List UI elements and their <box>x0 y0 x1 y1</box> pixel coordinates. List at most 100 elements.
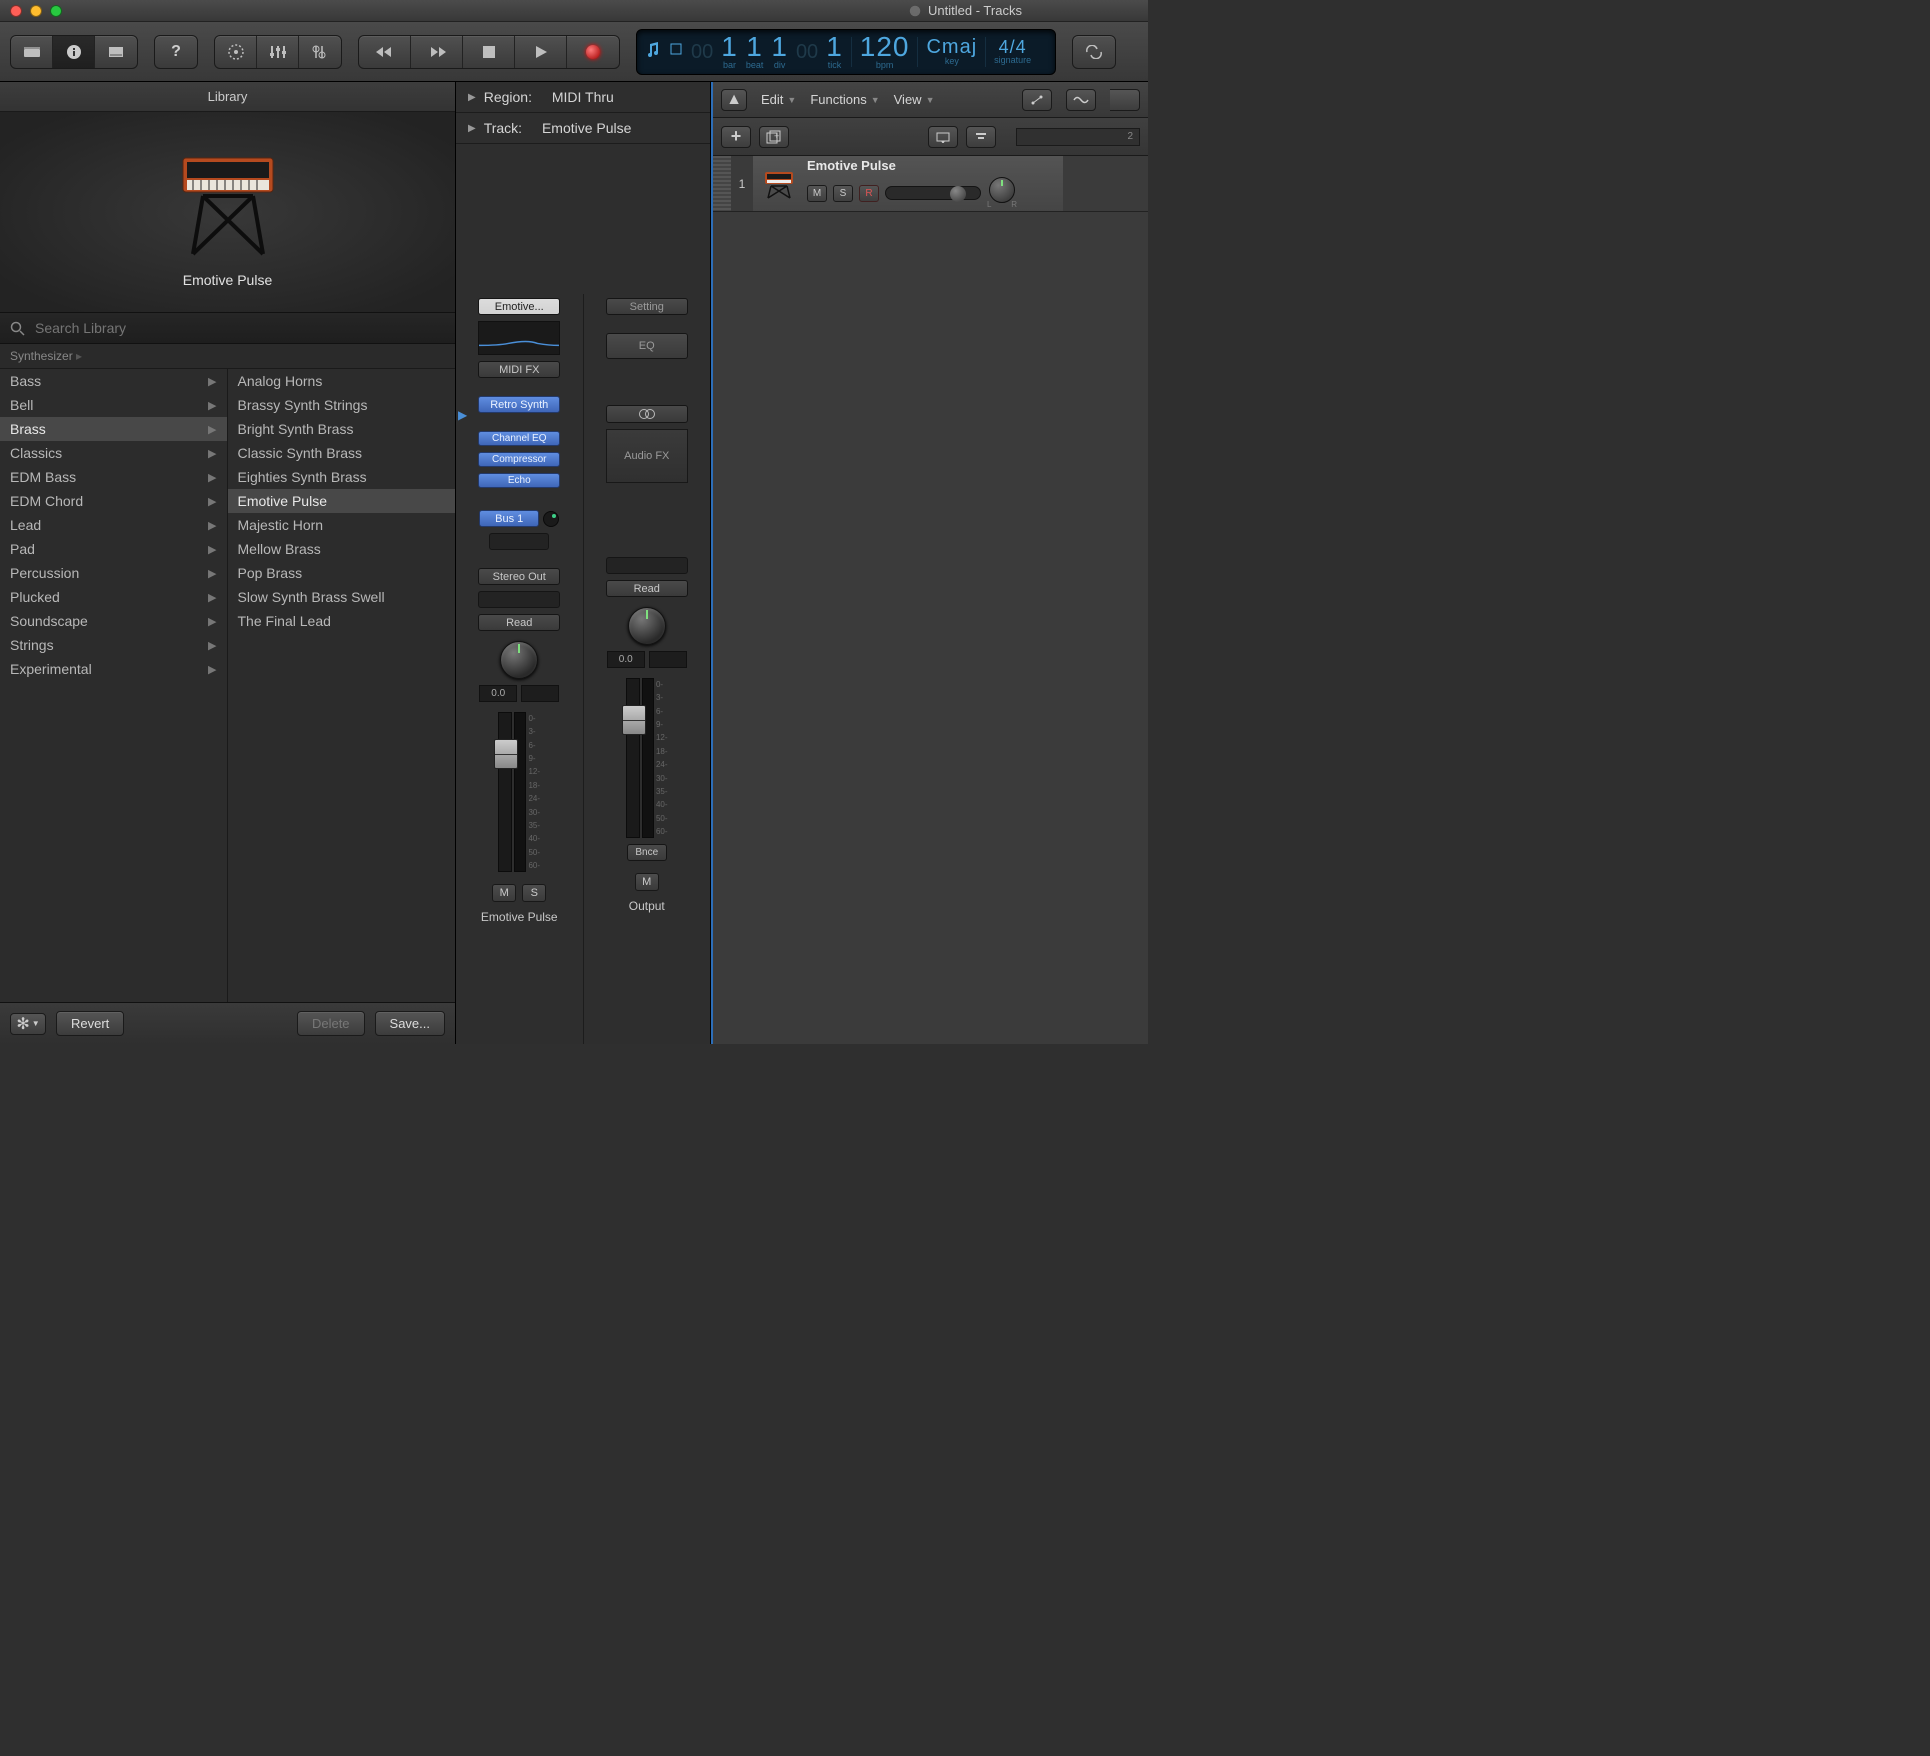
rewind-button[interactable] <box>359 36 411 68</box>
inspector-toggle[interactable] <box>53 36 95 68</box>
eq-slot[interactable]: EQ <box>606 333 688 359</box>
forward-button[interactable] <box>411 36 463 68</box>
library-patch[interactable]: Analog Horns <box>228 369 456 393</box>
track-disclosure[interactable]: ▶Track: Emotive Pulse <box>456 113 710 144</box>
automation-mode[interactable]: Read <box>478 614 560 631</box>
audio-fx-slot[interactable]: Channel EQ <box>478 431 560 446</box>
loop-button[interactable] <box>1073 36 1115 68</box>
library-category[interactable]: Strings▶ <box>0 633 227 657</box>
library-category[interactable]: EDM Bass▶ <box>0 465 227 489</box>
eq-thumbnail[interactable] <box>478 321 560 355</box>
library-category[interactable]: Plucked▶ <box>0 585 227 609</box>
up-button[interactable]: ▲ <box>721 89 747 111</box>
library-patch[interactable]: Brassy Synth Strings <box>228 393 456 417</box>
track-pan-knob[interactable] <box>989 177 1015 203</box>
pan-knob[interactable] <box>500 641 538 679</box>
library-patch[interactable]: Slow Synth Brass Swell <box>228 585 456 609</box>
library-category[interactable]: Soundscape▶ <box>0 609 227 633</box>
track-mute[interactable]: M <box>807 185 827 202</box>
track-region-lane[interactable] <box>1063 156 1148 211</box>
library-category[interactable]: EDM Chord▶ <box>0 489 227 513</box>
track-number: 1 <box>731 156 753 211</box>
audio-fx-slot[interactable]: Compressor <box>478 452 560 467</box>
stop-button[interactable] <box>463 36 515 68</box>
library-patch[interactable]: Eighties Synth Brass <box>228 465 456 489</box>
functions-menu[interactable]: Functions▼ <box>810 92 879 107</box>
library-patch[interactable]: Classic Synth Brass <box>228 441 456 465</box>
quick-help-toggle[interactable] <box>95 36 137 68</box>
send-knob[interactable] <box>543 511 559 527</box>
library-category[interactable]: Bell▶ <box>0 393 227 417</box>
automation-mode[interactable]: Read <box>606 580 688 597</box>
library-action-menu[interactable]: ✻▼ <box>10 1013 46 1035</box>
library-category[interactable]: Percussion▶ <box>0 561 227 585</box>
audio-fx-slot[interactable]: Audio FX <box>606 429 688 483</box>
bounce-button[interactable]: Bnce <box>627 844 667 861</box>
revert-button[interactable]: Revert <box>56 1011 124 1036</box>
library-category[interactable]: Lead▶ <box>0 513 227 537</box>
edit-menu[interactable]: Edit▼ <box>761 92 796 107</box>
volume-fader[interactable] <box>626 678 640 838</box>
track-name[interactable]: Emotive Pulse <box>807 158 1055 173</box>
timeline-ruler[interactable]: 2 <box>1016 128 1141 146</box>
library-patch[interactable]: Emotive Pulse <box>228 489 456 513</box>
library-patch[interactable]: The Final Lead <box>228 609 456 633</box>
duplicate-track-button[interactable]: + <box>759 126 789 148</box>
flex-toggle[interactable] <box>1066 89 1096 111</box>
group-slot[interactable] <box>606 557 688 574</box>
catch-toggle[interactable] <box>1110 89 1140 111</box>
mixer-toggle[interactable] <box>257 36 299 68</box>
save-button[interactable]: Save... <box>375 1011 445 1036</box>
window-zoom[interactable] <box>50 5 62 17</box>
library-patch[interactable]: Bright Synth Brass <box>228 417 456 441</box>
track-header-config[interactable] <box>928 126 958 148</box>
output-slot[interactable]: Stereo Out <box>478 568 560 585</box>
audio-fx-slot[interactable]: Echo <box>478 473 560 488</box>
solo-button[interactable]: S <box>522 884 546 902</box>
play-button[interactable] <box>515 36 567 68</box>
setting-slot[interactable]: Setting <box>606 298 688 315</box>
smart-controls-toggle[interactable] <box>215 36 257 68</box>
stereo-slot[interactable] <box>606 405 688 423</box>
library-category[interactable]: Classics▶ <box>0 441 227 465</box>
editors-toggle[interactable] <box>299 36 341 68</box>
window-close[interactable] <box>10 5 22 17</box>
track-grab-handle[interactable] <box>713 156 731 211</box>
add-track-button[interactable]: + <box>721 126 751 148</box>
track-header[interactable]: Emotive Pulse M S R LR <box>753 156 1063 211</box>
library-patch[interactable]: Mellow Brass <box>228 537 456 561</box>
lcd-display[interactable]: 00 1bar 1beat 1div 00 1tick 120bpm Cmajk… <box>636 29 1056 75</box>
mute-button[interactable]: M <box>492 884 516 902</box>
mute-button[interactable]: M <box>635 873 659 891</box>
instrument-slot[interactable]: Retro Synth <box>478 396 560 413</box>
library-patch[interactable]: Majestic Horn <box>228 513 456 537</box>
window-minimize[interactable] <box>30 5 42 17</box>
help-button[interactable]: ? <box>155 36 197 68</box>
level-meter <box>642 678 654 838</box>
automation-toggle[interactable] <box>1022 89 1052 111</box>
library-category[interactable]: Experimental▶ <box>0 657 227 681</box>
view-menu[interactable]: View▼ <box>894 92 935 107</box>
search-input[interactable] <box>33 319 445 337</box>
track-filter[interactable] <box>966 126 996 148</box>
arrange-empty-area[interactable] <box>713 212 1148 1044</box>
record-button[interactable] <box>567 36 619 68</box>
library-category[interactable]: Pad▶ <box>0 537 227 561</box>
peak-readout <box>649 651 687 668</box>
library-category[interactable]: Bass▶ <box>0 369 227 393</box>
midi-fx-slot[interactable]: MIDI FX <box>478 361 560 378</box>
balance-knob[interactable] <box>628 607 666 645</box>
volume-fader[interactable] <box>498 712 512 872</box>
track-volume-slider[interactable] <box>885 186 981 200</box>
track-record-enable[interactable]: R <box>859 185 879 202</box>
region-disclosure[interactable]: ▶Region: MIDI Thru <box>456 82 710 113</box>
library-patch[interactable]: Pop Brass <box>228 561 456 585</box>
preset-slot[interactable]: Emotive... <box>478 298 560 315</box>
library-category[interactable]: Brass▶ <box>0 417 227 441</box>
send-slot[interactable]: Bus 1 <box>479 510 539 527</box>
library-breadcrumb[interactable]: Synthesizer ▸ <box>0 344 455 369</box>
track-solo[interactable]: S <box>833 185 853 202</box>
delete-button[interactable]: Delete <box>297 1011 365 1036</box>
library-toggle[interactable] <box>11 36 53 68</box>
group-slot[interactable] <box>478 591 560 608</box>
